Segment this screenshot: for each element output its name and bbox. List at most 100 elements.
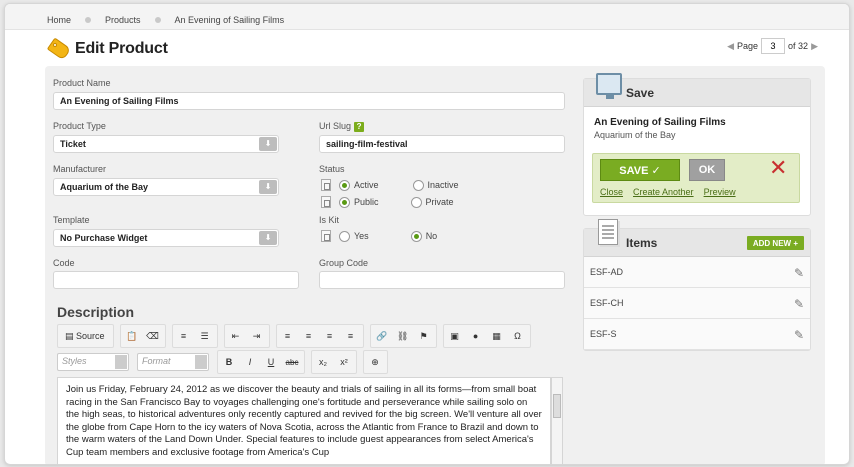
manufacturer-label: Manufacturer — [53, 164, 107, 174]
subscript-icon[interactable]: x₂ — [313, 352, 333, 372]
dropdown-arrow-icon — [195, 355, 207, 369]
product-type-select[interactable]: Ticket ⬇ — [53, 135, 279, 153]
status-active-row: Active Inactive — [321, 179, 479, 191]
strikethrough-icon[interactable]: abc — [282, 352, 302, 372]
url-slug-label: Url Slug? — [319, 121, 365, 132]
radio-public[interactable] — [339, 196, 350, 208]
group-code-label: Group Code — [319, 258, 369, 268]
align-justify-icon[interactable]: ≡ — [341, 326, 361, 346]
save-button[interactable]: SAVE ✓ — [600, 159, 680, 181]
breadcrumb-home[interactable]: Home — [47, 15, 71, 25]
dropdown-arrow-icon: ⬇ — [259, 231, 277, 245]
is-kit-no-option[interactable]: No — [410, 230, 437, 242]
special-char-icon[interactable]: Ω — [508, 326, 528, 346]
close-link[interactable]: Close — [600, 187, 623, 197]
scrollbar-thumb[interactable] — [553, 394, 561, 418]
radio-yes[interactable] — [339, 230, 350, 242]
is-kit-yes-option[interactable]: Yes — [339, 230, 369, 242]
preview-link[interactable]: Preview — [704, 187, 736, 197]
code-input[interactable] — [53, 271, 299, 289]
save-panel-title: Save — [626, 85, 655, 100]
list-item[interactable]: ESF-S ✎ — [584, 319, 810, 350]
numbered-list-icon[interactable]: ≡ — [174, 326, 194, 346]
outdent-icon[interactable]: ⇤ — [226, 326, 246, 346]
status-label: Status — [319, 164, 345, 174]
pencil-icon[interactable]: ✎ — [794, 297, 804, 311]
editor-toolbar-row-1: ▤ Source 📋 ⌫ ≡ ☰ ⇤ ⇥ ≡ ≡ ≡ ≡ 🔗 ⛓ ⚑ ▣ ● ▦… — [57, 324, 537, 348]
manufacturer-select[interactable]: Aquarium of the Bay ⬇ — [53, 178, 279, 196]
page-title: Edit Product — [75, 40, 168, 57]
source-button[interactable]: ▤ Source — [59, 326, 111, 346]
unlink-icon[interactable]: ⛓ — [393, 326, 413, 346]
paste-icon[interactable]: 📋 — [122, 326, 142, 346]
product-name-input[interactable]: An Evening of Sailing Films — [53, 92, 565, 110]
lock-icon[interactable] — [321, 196, 331, 208]
link-icon[interactable]: 🔗 — [372, 326, 392, 346]
flash-icon[interactable]: ● — [466, 326, 486, 346]
lock-icon[interactable] — [321, 179, 331, 191]
table-icon[interactable]: ▦ — [487, 326, 507, 346]
maximize-icon[interactable]: ⊕ — [365, 352, 385, 372]
product-type-label: Product Type — [53, 121, 106, 131]
align-center-icon[interactable]: ≡ — [299, 326, 319, 346]
close-icon[interactable]: ✕ — [769, 157, 787, 179]
product-name-label: Product Name — [53, 78, 111, 88]
template-select[interactable]: No Purchase Widget ⬇ — [53, 229, 279, 247]
manufacturer-value: Aquarium of the Bay — [60, 182, 149, 192]
bold-icon[interactable]: B — [219, 352, 239, 372]
breadcrumb-current: An Evening of Sailing Films — [174, 15, 285, 25]
radio-private[interactable] — [410, 196, 422, 208]
next-page-icon[interactable]: ▶ — [811, 41, 818, 52]
status-active-option[interactable]: Active — [339, 179, 379, 191]
url-slug-input[interactable]: sailing-film-festival — [319, 135, 565, 153]
items-panel: Items ADD NEW + ESF-AD ✎ ESF-CH ✎ ESF-S … — [583, 219, 811, 351]
underline-icon[interactable]: U — [261, 352, 281, 372]
documents-icon — [598, 219, 618, 245]
ok-button[interactable]: OK — [689, 159, 725, 181]
monitor-icon — [596, 73, 622, 99]
pencil-icon[interactable]: ✎ — [794, 328, 804, 342]
sidebar: Save An Evening of Sailing Films Aquariu… — [583, 73, 811, 351]
template-value: No Purchase Widget — [60, 233, 148, 243]
help-icon[interactable]: ? — [354, 122, 365, 132]
format-select[interactable]: Format — [137, 353, 209, 371]
page-number-input[interactable] — [761, 38, 786, 54]
create-another-link[interactable]: Create Another — [633, 187, 694, 197]
italic-icon[interactable]: I — [240, 352, 260, 372]
toolbar-group-indent: ⇤ ⇥ — [223, 324, 270, 348]
is-kit-row: Yes No — [321, 230, 457, 242]
image-icon[interactable]: ▣ — [445, 326, 465, 346]
status-public-option[interactable]: Public — [339, 196, 379, 208]
description-editor[interactable]: Join us Friday, February 24, 2012 as we … — [57, 377, 551, 464]
indent-icon[interactable]: ⇥ — [247, 326, 267, 346]
prev-page-icon[interactable]: ◀ — [727, 41, 734, 52]
radio-inactive[interactable] — [412, 179, 424, 191]
styles-select[interactable]: Styles — [57, 353, 129, 371]
dropdown-arrow-icon: ⬇ — [259, 180, 277, 194]
template-label: Template — [53, 215, 90, 225]
save-actions: SAVE ✓ OK ✕ Close Create Another Preview — [592, 153, 800, 203]
pencil-icon[interactable]: ✎ — [794, 266, 804, 280]
eraser-icon[interactable]: ⌫ — [143, 326, 163, 346]
add-new-button[interactable]: ADD NEW + — [746, 236, 804, 250]
status-inactive-option[interactable]: Inactive — [412, 179, 459, 191]
superscript-icon[interactable]: x² — [334, 352, 354, 372]
anchor-flag-icon[interactable]: ⚑ — [414, 326, 434, 346]
group-code-input[interactable] — [319, 271, 565, 289]
align-left-icon[interactable]: ≡ — [278, 326, 298, 346]
breadcrumb-products[interactable]: Products — [105, 15, 141, 25]
breadcrumb-separator — [154, 17, 161, 23]
editor-scrollbar[interactable] — [551, 377, 563, 464]
toolbar-group-paste: 📋 ⌫ — [119, 324, 166, 348]
lock-icon[interactable] — [321, 230, 331, 242]
description-title: Description — [57, 304, 135, 320]
status-private-option[interactable]: Private — [410, 196, 454, 208]
list-item[interactable]: ESF-AD ✎ — [584, 257, 810, 288]
toolbar-group-insert: ▣ ● ▦ Ω — [442, 324, 531, 348]
list-item[interactable]: ESF-CH ✎ — [584, 288, 810, 319]
radio-no[interactable] — [410, 230, 422, 242]
align-right-icon[interactable]: ≡ — [320, 326, 340, 346]
bullet-list-icon[interactable]: ☰ — [195, 326, 215, 346]
status-public-row: Public Private — [321, 196, 474, 208]
radio-active[interactable] — [339, 179, 350, 191]
